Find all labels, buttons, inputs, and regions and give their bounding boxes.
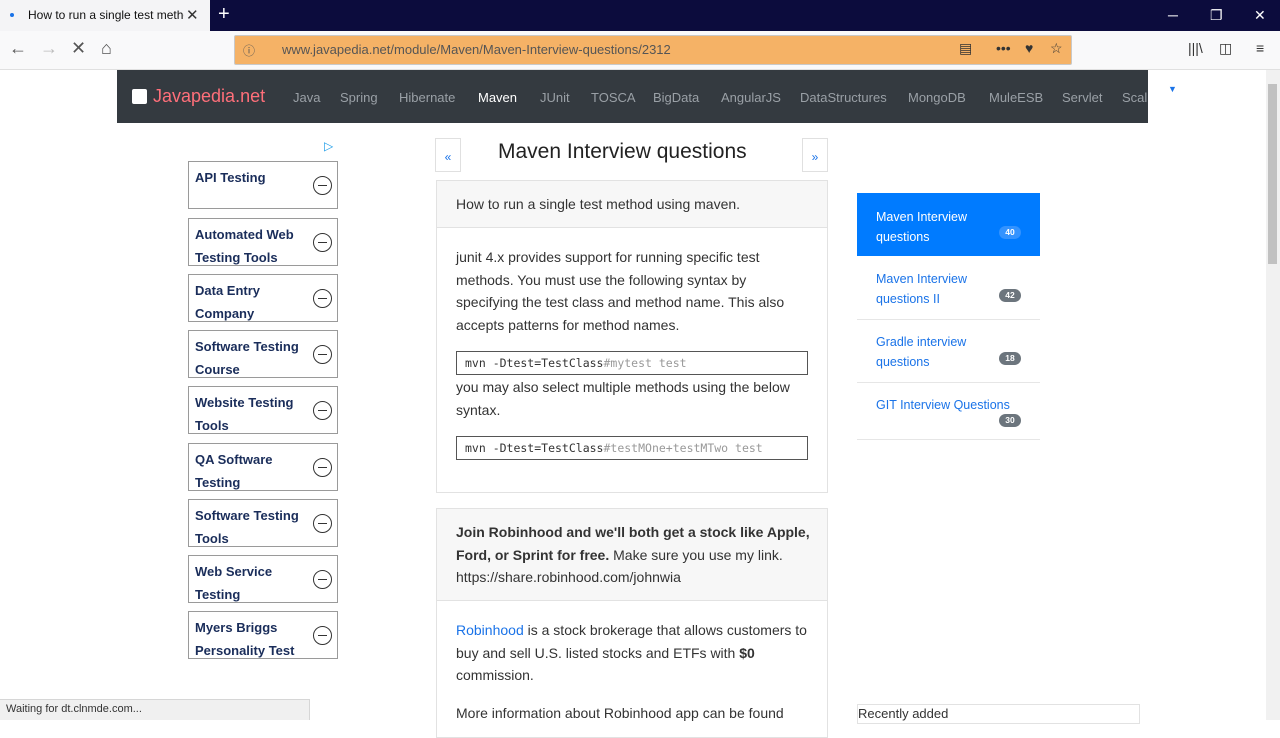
- ad-label: API Testing: [195, 170, 266, 185]
- ad-arrow-icon[interactable]: [313, 401, 332, 420]
- answer-paragraph: junit 4.x provides support for running s…: [456, 249, 785, 333]
- adchoices-icon[interactable]: ▷: [324, 139, 333, 153]
- ad-link[interactable]: QA Software Testing: [188, 443, 338, 491]
- ad-label: Data Entry Company: [195, 283, 261, 321]
- ad-arrow-icon[interactable]: [313, 345, 332, 364]
- code-block: mvn -Dtest=TestClass#mytest test: [456, 351, 808, 375]
- topic-count-badge: 18: [999, 352, 1021, 365]
- nav-maven[interactable]: Maven: [478, 90, 517, 105]
- minimize-icon[interactable]: ─: [1168, 7, 1178, 23]
- ad-label: QA Software Testing: [195, 452, 273, 490]
- nav-hibernate[interactable]: Hibernate: [399, 90, 455, 105]
- nav-scala[interactable]: Scala: [1122, 90, 1147, 105]
- close-tab-icon[interactable]: ✕: [186, 6, 199, 24]
- ad-label: Website Testing Tools: [195, 395, 294, 433]
- pocket-icon[interactable]: ♥: [1025, 40, 1033, 56]
- ad-label: Myers Briggs Personality Test: [195, 620, 295, 658]
- status-text: Waiting for dt.clnmde.com...: [6, 703, 142, 715]
- code-argument: #testMOne+testMTwo test: [603, 441, 763, 455]
- stop-loading-icon[interactable]: ✕: [71, 38, 86, 59]
- ad-arrow-icon[interactable]: [313, 458, 332, 477]
- nav-muleesb[interactable]: MuleESB: [989, 90, 1043, 105]
- nav-servlet[interactable]: Servlet: [1062, 90, 1102, 105]
- code-command: mvn -Dtest=TestClass: [465, 356, 604, 370]
- nav-angularjs[interactable]: AngularJS: [721, 90, 781, 105]
- code-block: mvn -Dtest=TestClass#testMOne+testMTwo t…: [456, 436, 808, 460]
- robinhood-text-end: commission.: [456, 667, 534, 683]
- bookmark-star-icon[interactable]: ☆: [1050, 40, 1063, 57]
- ad-label: Software Testing Tools: [195, 508, 299, 546]
- topic-item[interactable]: Maven Interview questions II 42: [857, 257, 1040, 320]
- ad-label: Automated Web Testing Tools: [195, 227, 294, 265]
- question-text: How to run a single test method using ma…: [456, 196, 741, 212]
- scrollbar-thumb[interactable]: [1268, 84, 1277, 264]
- nav-junit[interactable]: JUnit: [540, 90, 570, 105]
- ad-link[interactable]: Website Testing Tools: [188, 386, 338, 434]
- prev-question-button[interactable]: «: [435, 138, 461, 172]
- topic-label: Maven Interview questions II: [876, 272, 968, 306]
- question-card: How to run a single test method using ma…: [436, 180, 828, 493]
- promo-card: Join Robinhood and we'll both get a stoc…: [436, 508, 828, 738]
- home-icon[interactable]: ⌂: [101, 38, 112, 59]
- topic-item[interactable]: GIT Interview Questions 30: [857, 383, 1040, 440]
- nav-dropdown-caret-icon[interactable]: ▼: [1168, 84, 1177, 94]
- robinhood-link[interactable]: Robinhood: [456, 622, 524, 638]
- topic-label: Gradle interview questions: [876, 335, 967, 369]
- topic-label: GIT Interview Questions: [876, 398, 1010, 412]
- answer-paragraph: you may also select multiple methods usi…: [456, 379, 790, 418]
- code-command: mvn -Dtest=TestClass: [465, 441, 604, 455]
- nav-mongodb[interactable]: MongoDB: [908, 90, 966, 105]
- page-actions-icon[interactable]: •••: [996, 40, 1011, 56]
- close-window-icon[interactable]: ✕: [1254, 7, 1266, 24]
- page-title: Maven Interview questions: [498, 140, 747, 163]
- topic-count-badge: 42: [999, 289, 1021, 302]
- ad-arrow-icon[interactable]: [313, 289, 332, 308]
- ad-arrow-icon[interactable]: [313, 176, 332, 195]
- promo-text: Join Robinhood and we'll both get a stoc…: [456, 521, 816, 589]
- url-text[interactable]: www.javapedia.net/module/Maven/Maven-Int…: [282, 42, 671, 57]
- ad-link[interactable]: Software Testing Course: [188, 330, 338, 378]
- topic-item-active[interactable]: Maven Interview questions 40: [857, 193, 1040, 256]
- forward-icon[interactable]: →: [40, 38, 58, 59]
- site-logo[interactable]: Javapedia.net: [153, 86, 265, 107]
- topic-count-badge: 40: [999, 226, 1021, 239]
- nav-datastructures[interactable]: DataStructures: [800, 90, 887, 105]
- ad-arrow-icon[interactable]: [313, 626, 332, 645]
- menu-icon[interactable]: ≡: [1256, 40, 1264, 56]
- library-icon[interactable]: |||\: [1188, 40, 1203, 56]
- nav-java[interactable]: Java: [293, 90, 320, 105]
- commission-amount: $0: [739, 644, 755, 661]
- nav-tosca[interactable]: TOSCA: [591, 90, 636, 105]
- ad-link[interactable]: API Testing: [188, 161, 338, 209]
- tab-title[interactable]: How to run a single test method using ma…: [28, 8, 184, 22]
- logo-icon[interactable]: [132, 89, 147, 104]
- restore-icon[interactable]: ❐: [1210, 7, 1223, 24]
- new-tab-button[interactable]: +: [218, 3, 230, 26]
- recently-added-heading: Recently added: [858, 706, 949, 721]
- ad-arrow-icon[interactable]: [313, 570, 332, 589]
- nav-bigdata[interactable]: BigData: [653, 90, 699, 105]
- robinhood-paragraph: Robinhood is a stock brokerage that allo…: [456, 619, 816, 687]
- code-argument: #mytest test: [603, 356, 687, 370]
- loading-indicator-icon: [10, 13, 14, 17]
- ad-link[interactable]: Web Service Testing: [188, 555, 338, 603]
- site-info-icon[interactable]: ⓘ: [243, 42, 255, 59]
- nav-spring[interactable]: Spring: [340, 90, 378, 105]
- sidebar-toggle-icon[interactable]: ◫: [1219, 40, 1232, 57]
- ad-arrow-icon[interactable]: [313, 233, 332, 252]
- ad-label: Web Service Testing: [195, 564, 273, 602]
- ad-arrow-icon[interactable]: [313, 514, 332, 533]
- ad-link[interactable]: Myers Briggs Personality Test: [188, 611, 338, 659]
- topic-item[interactable]: Gradle interview questions 18: [857, 320, 1040, 383]
- more-info-text: More information about Robinhood app can…: [456, 705, 784, 721]
- topic-count-badge: 30: [999, 414, 1021, 427]
- back-icon[interactable]: ←: [9, 38, 27, 59]
- ad-link[interactable]: Data Entry Company: [188, 274, 338, 322]
- ad-link[interactable]: Automated Web Testing Tools: [188, 218, 338, 266]
- ad-label: Software Testing Course: [195, 339, 299, 377]
- reader-view-icon[interactable]: ▤: [959, 40, 972, 57]
- next-question-button[interactable]: »: [802, 138, 828, 172]
- ad-link[interactable]: Software Testing Tools: [188, 499, 338, 547]
- topic-label: Maven Interview questions: [876, 210, 968, 244]
